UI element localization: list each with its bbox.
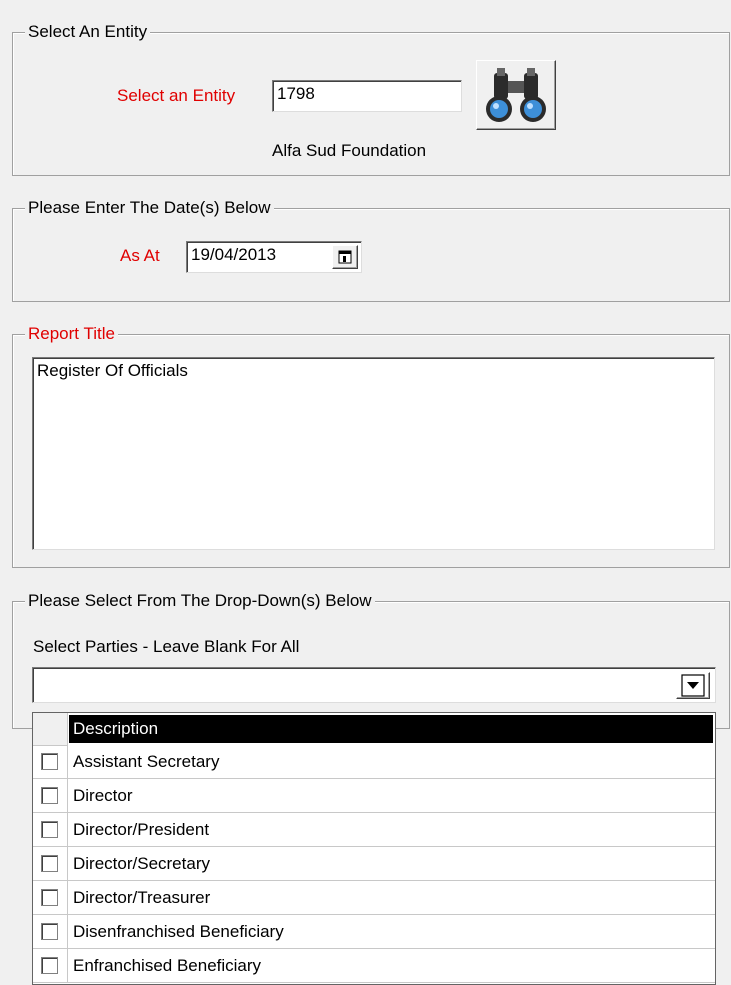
dropdown-group: Please Select From The Drop-Down(s) Belo…	[12, 590, 730, 729]
binoculars-icon	[486, 68, 546, 122]
dropdown-arrow-icon	[681, 674, 705, 697]
list-item-label: Director/Secretary	[73, 854, 210, 873]
report-title-legend: Report Title	[25, 323, 118, 345]
entity-id-input[interactable]: 1798	[272, 80, 462, 112]
dropdown-arrow-button[interactable]	[676, 672, 710, 699]
list-item[interactable]: Enfranchised Beneficiary	[33, 949, 715, 983]
cell-divider	[67, 745, 68, 778]
entity-label: Select an Entity	[117, 86, 236, 105]
column-header-description[interactable]: Description	[69, 715, 713, 743]
checkbox[interactable]	[41, 821, 58, 838]
checkbox[interactable]	[41, 787, 58, 804]
checkbox[interactable]	[41, 753, 58, 770]
list-item[interactable]: Director/President	[33, 813, 715, 847]
list-header-gutter	[33, 713, 68, 746]
checkbox[interactable]	[41, 889, 58, 906]
list-header: Description	[33, 713, 715, 746]
select-parties-combobox[interactable]	[32, 667, 716, 703]
list-item-label: Director/President	[73, 820, 210, 839]
date-group-legend: Please Enter The Date(s) Below	[25, 197, 274, 219]
entity-lookup-button[interactable]	[476, 60, 556, 130]
list-item[interactable]: Director/Treasurer	[33, 881, 715, 915]
calendar-icon	[338, 250, 352, 264]
list-item[interactable]: Director	[33, 779, 715, 813]
checkbox[interactable]	[41, 923, 58, 940]
cell-divider	[67, 881, 68, 914]
list-item[interactable]: Disenfranchised Beneficiary	[33, 915, 715, 949]
list-item[interactable]: Assistant Secretary	[33, 745, 715, 779]
cell-divider	[67, 949, 68, 982]
as-at-date-value: 19/04/2013	[191, 245, 277, 264]
cell-divider	[67, 915, 68, 948]
cell-divider	[67, 813, 68, 846]
list-item-label: Director	[73, 786, 133, 805]
list-item-label: Assistant Secretary	[73, 752, 220, 771]
parties-dropdown-list: Description Assistant Secretary Director…	[32, 712, 716, 985]
report-title-textarea[interactable]: Register Of Officials	[32, 357, 715, 550]
checkbox[interactable]	[41, 855, 58, 872]
list-item-label: Director/Treasurer	[73, 888, 211, 907]
list-item-label: Enfranchised Beneficiary	[73, 956, 262, 975]
select-parties-label: Select Parties - Leave Blank For All	[33, 637, 300, 656]
cell-divider	[67, 847, 68, 880]
entity-name: Alfa Sud Foundation	[272, 141, 427, 160]
calendar-button[interactable]	[332, 245, 358, 269]
entity-group-legend: Select An Entity	[25, 21, 151, 43]
dropdown-group-legend: Please Select From The Drop-Down(s) Belo…	[25, 590, 375, 612]
checkbox[interactable]	[41, 957, 58, 974]
cell-divider	[67, 779, 68, 812]
as-at-label: As At	[120, 246, 160, 265]
list-item[interactable]: Director/Secretary	[33, 847, 715, 881]
list-item-label: Disenfranchised Beneficiary	[73, 922, 284, 941]
